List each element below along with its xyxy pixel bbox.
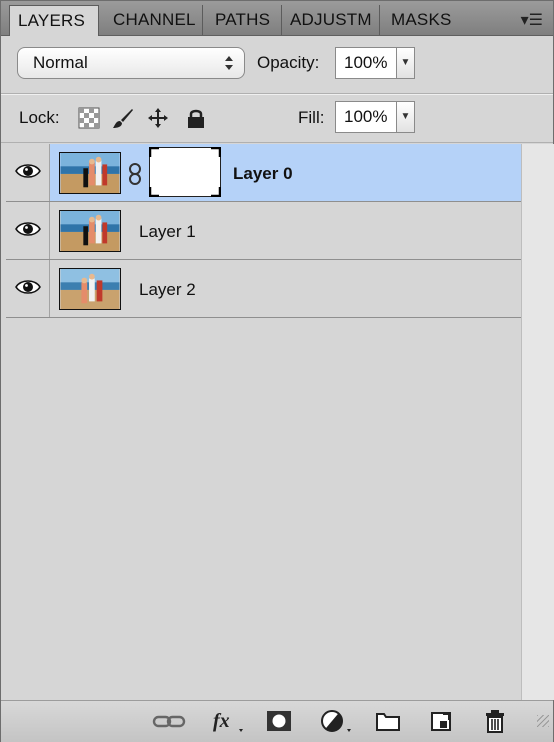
lock-image-icon[interactable] — [112, 107, 134, 129]
opacity-label: Opacity: — [257, 53, 320, 72]
tab-masks[interactable]: MASKS — [383, 5, 465, 35]
layer-thumbnail — [59, 210, 121, 252]
tab-adjustments[interactable]: ADJUSTM — [282, 5, 380, 35]
layer-row-1[interactable]: Layer 1 — [6, 202, 521, 260]
fill-dropdown-button[interactable]: ▼ — [397, 101, 415, 133]
lock-transparent-icon[interactable] — [78, 107, 100, 129]
eye-icon — [15, 280, 41, 294]
layer-row-0[interactable]: Layer 0 — [6, 144, 521, 202]
mask-selection-corners — [149, 147, 221, 197]
lock-label: Lock: — [19, 108, 60, 127]
trash-icon[interactable] — [483, 709, 507, 733]
lock-all-icon[interactable] — [185, 107, 207, 129]
mask-link-icon[interactable] — [128, 163, 142, 185]
blend-mode-value: Normal — [33, 53, 88, 72]
layer-mask-thumbnail[interactable] — [149, 147, 221, 197]
layers-list: Layer 0 Layer 1 Layer 2 — [6, 144, 521, 700]
layer-name[interactable]: Layer 1 — [139, 222, 196, 242]
tab-channels[interactable]: CHANNEL — [105, 5, 203, 35]
adjustment-layer-icon[interactable] — [319, 709, 355, 733]
lock-position-icon[interactable] — [147, 107, 169, 129]
layers-scrollbar[interactable] — [521, 144, 554, 700]
visibility-toggle[interactable] — [6, 202, 50, 259]
select-arrows-icon — [225, 56, 233, 70]
svg-text:fx: fx — [213, 710, 230, 732]
add-mask-icon[interactable] — [265, 709, 293, 733]
eye-icon — [15, 222, 41, 236]
divider — [1, 94, 553, 95]
new-layer-icon[interactable] — [429, 709, 453, 733]
layer-thumbnail — [59, 268, 121, 310]
fill-field[interactable]: 100% — [335, 101, 397, 133]
opacity-dropdown-button[interactable]: ▼ — [397, 47, 415, 79]
visibility-toggle[interactable] — [6, 260, 50, 317]
opacity-field[interactable]: 100% — [335, 47, 397, 79]
layer-name[interactable]: Layer 2 — [139, 280, 196, 300]
resize-grip[interactable] — [537, 715, 549, 727]
divider — [1, 142, 553, 143]
new-group-icon[interactable] — [375, 709, 401, 733]
panel-menu-icon[interactable]: ▾☰ — [521, 10, 543, 30]
layer-row-2[interactable]: Layer 2 — [6, 260, 521, 318]
layer-name[interactable]: Layer 0 — [233, 164, 293, 184]
link-layers-icon[interactable] — [151, 709, 187, 733]
blend-mode-select[interactable]: Normal — [17, 47, 245, 79]
eye-icon — [15, 164, 41, 178]
layers-bottom-toolbar: fx — [1, 700, 553, 742]
tab-paths[interactable]: PATHS — [207, 5, 282, 35]
layers-panel: LAYERS CHANNEL PATHS ADJUSTM MASKS ▾☰ No… — [0, 0, 554, 742]
fill-label: Fill: — [298, 108, 325, 127]
tab-layers[interactable]: LAYERS — [9, 5, 99, 36]
fx-icon[interactable]: fx — [211, 709, 247, 733]
tab-bar: LAYERS CHANNEL PATHS ADJUSTM MASKS ▾☰ — [1, 1, 553, 36]
layer-thumbnail — [59, 152, 121, 194]
visibility-toggle[interactable] — [6, 144, 50, 201]
